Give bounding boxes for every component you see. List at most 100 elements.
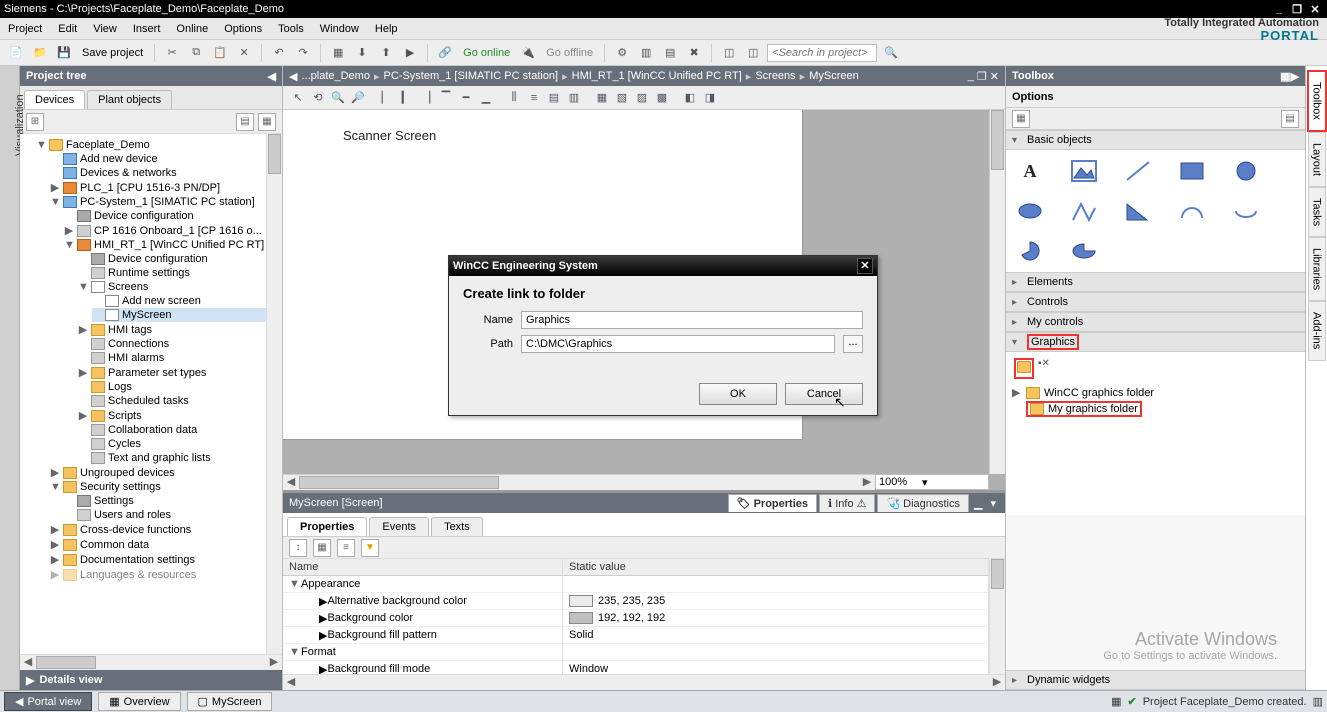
dialog-close-button[interactable]: ✕: [857, 258, 873, 274]
shape-image[interactable]: [1070, 160, 1098, 182]
editor-max-icon[interactable]: ❐: [977, 70, 987, 83]
tree-screens[interactable]: ▼Screens: [78, 280, 280, 294]
tree-scrollbar-h[interactable]: ◀▶: [20, 654, 282, 670]
minimize-button[interactable]: _: [1271, 3, 1287, 16]
et-order2-icon[interactable]: ▧: [613, 89, 631, 107]
portal-view-button[interactable]: ◀Portal view: [4, 692, 92, 711]
tree-pc-system[interactable]: ▼PC-System_1 [SIMATIC PC station]: [50, 195, 280, 209]
section-dynamic-widgets[interactable]: ▸Dynamic widgets: [1006, 670, 1305, 690]
tb-ext4-icon[interactable]: ✖: [684, 43, 704, 63]
et-dist3-icon[interactable]: ▤: [545, 89, 563, 107]
cancel-button[interactable]: Cancel: [785, 383, 863, 405]
cut-icon[interactable]: ✂: [162, 43, 182, 63]
opts-list-icon[interactable]: ▤: [1281, 110, 1299, 128]
et-zoom2-icon[interactable]: 🔎: [349, 89, 367, 107]
vtab-tasks[interactable]: Tasks: [1308, 187, 1326, 237]
crumb-4[interactable]: MyScreen: [809, 70, 859, 82]
et-align-c-icon[interactable]: ▎: [397, 89, 415, 107]
val-bg[interactable]: 192, 192, 192: [563, 610, 988, 627]
tree-settings[interactable]: Settings: [64, 494, 280, 508]
group-format[interactable]: ▼Format: [283, 644, 562, 661]
tree-add-screen[interactable]: Add new screen: [92, 294, 280, 308]
tab-info[interactable]: ℹInfo⚠: [819, 494, 875, 512]
canvas-area[interactable]: Scanner Screen WinCC Engineering System …: [283, 110, 1005, 490]
section-elements[interactable]: ▸Elements: [1006, 272, 1305, 292]
crumb-0[interactable]: ...plate_Demo: [301, 70, 369, 82]
et-order4-icon[interactable]: ▩: [653, 89, 671, 107]
et-rotate-icon[interactable]: ⟲: [309, 89, 327, 107]
canvas-scroll-h[interactable]: ◀▶: [283, 474, 875, 490]
undo-icon[interactable]: ↶: [269, 43, 289, 63]
shape-circle[interactable]: [1232, 160, 1260, 182]
et-dist-h-icon[interactable]: ⫼: [505, 89, 523, 107]
tab-diagnostics[interactable]: 🩺Diagnostics: [877, 494, 969, 512]
row-altbg[interactable]: ▶ Alternative background color: [283, 593, 562, 610]
tb-ext1-icon[interactable]: ⚙: [612, 43, 632, 63]
tree-users[interactable]: Users and roles: [64, 508, 280, 522]
save-project-button[interactable]: Save project: [78, 45, 147, 61]
zoom-input[interactable]: [879, 476, 919, 488]
shape-ellipse[interactable]: [1016, 200, 1044, 222]
vtab-toolbox[interactable]: Toolbox: [1307, 70, 1327, 132]
shape-arc2[interactable]: [1232, 200, 1260, 222]
opts-grid-icon[interactable]: ▦: [1012, 110, 1030, 128]
tree-myscreen[interactable]: MyScreen: [92, 308, 280, 322]
tree-scheduled[interactable]: Scheduled tasks: [78, 394, 280, 408]
val-altbg[interactable]: 235, 235, 235: [563, 593, 988, 610]
overview-button[interactable]: ▦Overview: [98, 692, 180, 711]
crumb-1[interactable]: PC-System_1 [SIMATIC PC station]: [383, 70, 558, 82]
section-my-controls[interactable]: ▸My controls: [1006, 312, 1305, 332]
tree-text-graphic[interactable]: Text and graphic lists: [78, 451, 280, 465]
group-appearance[interactable]: ▼Appearance: [283, 576, 562, 593]
tree-opt1-icon[interactable]: ▤: [236, 113, 254, 131]
menu-view[interactable]: View: [93, 23, 117, 35]
shape-rect[interactable]: [1178, 160, 1206, 182]
tree-cp1616[interactable]: ▶CP 1616 Onboard_1 [CP 1616 o...: [64, 223, 280, 238]
props-scroll-v[interactable]: [989, 559, 1005, 674]
menu-insert[interactable]: Insert: [133, 23, 161, 35]
myscreen-button[interactable]: ▢MyScreen: [187, 692, 273, 711]
tree-opt2-icon[interactable]: ▦: [258, 113, 276, 131]
vtab-libraries[interactable]: Libraries: [1308, 237, 1326, 301]
shape-line[interactable]: [1124, 160, 1152, 182]
zoom-dropdown-icon[interactable]: ▾: [922, 476, 928, 489]
section-graphics[interactable]: ▾Graphics: [1006, 332, 1305, 352]
et-order1-icon[interactable]: ▦: [593, 89, 611, 107]
unlink-icon[interactable]: 🔌: [518, 43, 538, 63]
toolbox-opt-icon[interactable]: ▦: [1280, 71, 1290, 83]
tree-common[interactable]: ▶Common data: [50, 537, 280, 552]
graphics-delete-icon[interactable]: ▪✕: [1038, 358, 1050, 379]
tab-plant-objects[interactable]: Plant objects: [87, 90, 172, 109]
et-align-t-icon[interactable]: ▔: [437, 89, 455, 107]
et-dist4-icon[interactable]: ▥: [565, 89, 583, 107]
et-zoom-icon[interactable]: 🔍: [329, 89, 347, 107]
open-icon[interactable]: 📁: [30, 43, 50, 63]
et-grp1-icon[interactable]: ◧: [681, 89, 699, 107]
et-align-l-icon[interactable]: ▏: [377, 89, 395, 107]
search-go-icon[interactable]: 🔍: [881, 43, 901, 63]
tree-dev-config[interactable]: Device configuration: [64, 209, 280, 223]
collapse-left-icon[interactable]: ◀: [268, 70, 276, 83]
link-icon[interactable]: 🔗: [435, 43, 455, 63]
tree-plc[interactable]: ▶PLC_1 [CPU 1516-3 PN/DP]: [50, 180, 280, 195]
tree-connections[interactable]: Connections: [78, 337, 280, 351]
tree-ungrouped[interactable]: ▶Ungrouped devices: [50, 465, 280, 480]
subtab-properties[interactable]: Properties: [287, 517, 367, 536]
vtab-addins[interactable]: Add-ins: [1308, 301, 1326, 360]
section-controls[interactable]: ▸Controls: [1006, 292, 1305, 312]
new-icon[interactable]: 📄: [6, 43, 26, 63]
compile-icon[interactable]: ▦: [328, 43, 348, 63]
tree-runtime[interactable]: Runtime settings: [78, 266, 280, 280]
tab-devices[interactable]: Devices: [24, 90, 85, 109]
editor-min-icon[interactable]: _: [968, 70, 974, 83]
menu-window[interactable]: Window: [320, 23, 359, 35]
restore-button[interactable]: ❐: [1289, 3, 1305, 16]
details-view-header[interactable]: ▶Details view: [20, 670, 282, 690]
toolbox-collapse-icon[interactable]: ▶: [1291, 71, 1299, 83]
sim-icon[interactable]: ▶: [400, 43, 420, 63]
shape-polyline[interactable]: [1070, 200, 1098, 222]
row-bg[interactable]: ▶ Background color: [283, 610, 562, 627]
tree-lang[interactable]: ▶Languages & resources: [50, 567, 280, 582]
tab-properties[interactable]: 🏷Properties: [728, 494, 817, 512]
ok-button[interactable]: OK: [699, 383, 777, 405]
